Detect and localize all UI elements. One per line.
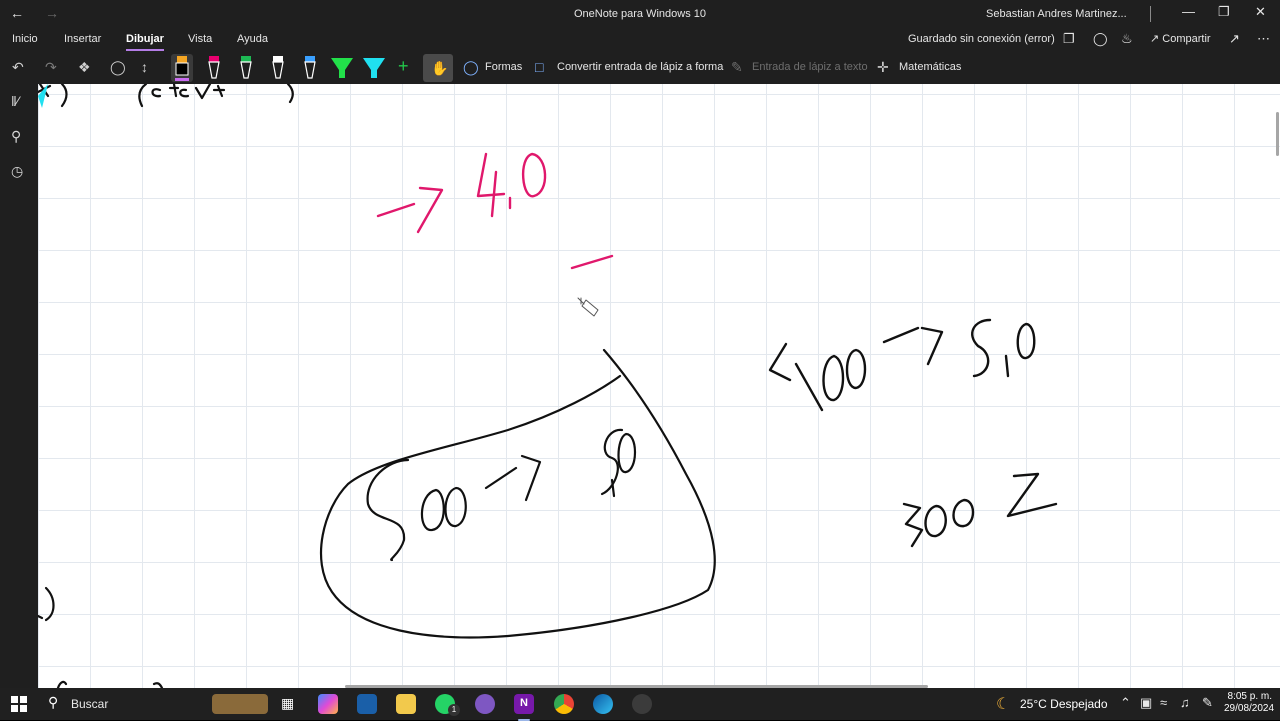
menu-vista[interactable]: Vista: [188, 33, 212, 45]
pen-blue[interactable]: [299, 54, 321, 82]
volume-icon[interactable]: ♫: [1180, 695, 1190, 710]
tray-chevron-icon[interactable]: ⌃: [1120, 695, 1131, 711]
menu-ayuda[interactable]: Ayuda: [237, 33, 268, 45]
sync-status[interactable]: Guardado sin conexión (error): [908, 33, 1055, 45]
notebooks-icon[interactable]: ❐: [1063, 31, 1075, 47]
pen-tray-icon[interactable]: ✎: [1202, 695, 1213, 711]
moon-weather-icon: ☾: [996, 696, 1011, 713]
redo-icon[interactable]: ↷: [45, 59, 57, 76]
left-navigation: ‖⁄ ⚲ ◷: [0, 84, 38, 688]
pen-white[interactable]: [267, 54, 289, 82]
ink-300-2: [902, 472, 1058, 548]
ink-to-text-button[interactable]: Entrada de lápiz a texto: [752, 61, 868, 73]
search-highlight-image: [212, 694, 268, 714]
eraser-cursor-icon: [577, 297, 599, 317]
wifi-icon[interactable]: ≈: [1160, 695, 1167, 710]
ink-400-5-0: [768, 318, 1036, 412]
ink-partial-bottom-left: [38, 586, 164, 688]
file-explorer-icon[interactable]: [396, 694, 416, 714]
highlighter-green[interactable]: [330, 54, 353, 82]
clock-date: 29/08/2024: [1224, 703, 1275, 714]
pen-black-icon: [175, 56, 189, 81]
pen-pink[interactable]: [203, 54, 225, 82]
type-select-icon[interactable]: ❖: [78, 59, 91, 76]
copilot-icon[interactable]: [318, 694, 338, 714]
pen-pink-icon: [208, 56, 220, 79]
search-label: Buscar: [71, 697, 109, 711]
shapes-icon: ◯: [463, 59, 479, 75]
ink-to-shape-icon: □: [535, 59, 544, 75]
onenote-taskbar-icon[interactable]: N: [514, 694, 534, 721]
restore-icon[interactable]: ❐: [1218, 4, 1230, 20]
task-view-icon[interactable]: ▦: [278, 694, 298, 714]
draw-ribbon: ↶ ↷ ❖ ◯ ↕ + ✋ ◯ Formas □ Convertir entra…: [0, 52, 1280, 84]
add-space-icon[interactable]: ↕: [141, 59, 148, 75]
start-button[interactable]: [11, 696, 27, 712]
account-name[interactable]: Sebastian Andres Martinez...: [986, 8, 1127, 20]
menu-inicio[interactable]: Inicio: [12, 33, 38, 45]
search-icon: ⚲: [48, 694, 59, 710]
whatsapp-icon[interactable]: 1: [435, 694, 460, 716]
edge-icon[interactable]: [593, 694, 613, 714]
title-bar: ← → OneNote para Windows 10 Sebastian An…: [0, 0, 1280, 28]
pen-white-icon: [272, 56, 284, 79]
highlighter-cyan[interactable]: [362, 54, 385, 82]
tray-app-icon[interactable]: ▣: [1140, 695, 1152, 711]
weather-label[interactable]: 25°C Despejado: [1020, 697, 1108, 711]
ink-500-5-0-loop: [319, 348, 716, 639]
menu-dibujar[interactable]: Dibujar: [126, 33, 164, 51]
shapes-button[interactable]: Formas: [485, 61, 522, 73]
pen-blue-icon: [304, 56, 316, 79]
ink-to-text-icon: ✎: [731, 59, 743, 75]
ink-to-shape-button[interactable]: Convertir entrada de lápiz a forma: [557, 61, 723, 73]
minimize-icon[interactable]: —: [1182, 4, 1195, 19]
obs-icon[interactable]: [632, 694, 652, 714]
math-icon: ✛: [877, 59, 889, 75]
whatsapp-badge: 1: [448, 704, 460, 716]
lasso-select-icon[interactable]: ◯: [110, 59, 126, 76]
eraser-hand-icon: ✋: [431, 60, 449, 76]
vscode-icon[interactable]: [357, 694, 377, 714]
clock[interactable]: 8:05 p. m. 29/08/2024: [1224, 691, 1275, 715]
menu-insertar[interactable]: Insertar: [64, 33, 101, 45]
onenote-window: ← → OneNote para Windows 10 Sebastian An…: [0, 0, 1280, 688]
share-icon: ↗: [1150, 33, 1163, 45]
pen-green-icon: [240, 56, 252, 79]
title-separator: [1150, 6, 1151, 22]
notebooks-nav-icon[interactable]: ‖⁄: [11, 93, 19, 109]
more-options-icon[interactable]: ⋯: [1257, 31, 1270, 47]
clock-time: 8:05 p. m.: [1227, 691, 1272, 702]
fullscreen-icon[interactable]: ↗: [1229, 31, 1240, 47]
pink-ink: [376, 152, 614, 270]
share-label: Compartir: [1162, 33, 1211, 45]
vertical-scrollbar[interactable]: [1276, 112, 1279, 156]
math-button[interactable]: Matemáticas: [899, 61, 961, 73]
app-purple-icon[interactable]: [475, 694, 495, 714]
windows-taskbar: ⚲ Buscar ▦ 1 N ☾ 25°C Despejado ⌃ ▣ ≈ ♫ …: [0, 688, 1280, 721]
share-button[interactable]: ↗ Compartir: [1150, 32, 1211, 45]
recent-clock-icon[interactable]: ◷: [11, 163, 23, 180]
chrome-icon[interactable]: [554, 694, 574, 714]
menu-bar: Inicio Insertar Dibujar Vista Ayuda Guar…: [0, 28, 1280, 52]
close-icon[interactable]: ✕: [1255, 4, 1266, 20]
search-nav-icon[interactable]: ⚲: [11, 128, 21, 145]
pen-green[interactable]: [235, 54, 257, 82]
add-pen-icon[interactable]: +: [398, 56, 409, 77]
pen-black[interactable]: [171, 54, 193, 82]
highlighter-cyan-icon: [363, 58, 385, 78]
eraser-tool-button[interactable]: ✋: [423, 54, 453, 82]
bell-icon[interactable]: ♨: [1121, 31, 1133, 47]
ink-layer: [38, 84, 1058, 688]
taskbar-search[interactable]: ⚲ Buscar: [40, 688, 208, 720]
undo-icon[interactable]: ↶: [12, 59, 24, 76]
lightbulb-icon[interactable]: ◯: [1093, 31, 1108, 47]
ink-partial-top-left: [38, 84, 294, 108]
highlighter-green-icon: [331, 58, 353, 78]
note-canvas[interactable]: [38, 84, 1280, 688]
